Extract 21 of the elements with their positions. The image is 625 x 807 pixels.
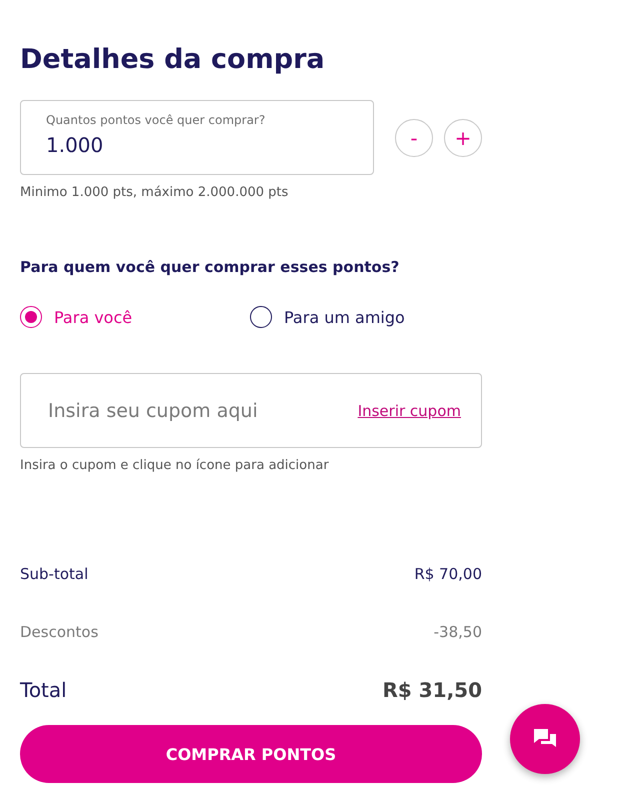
radio-label[interactable]: Para você [54,308,132,326]
chat-button[interactable] [510,704,580,774]
page-title: Detalhes da compra [20,43,326,77]
points-hint: Minimo 1.000 pts, máximo 2.000.000 pts [20,185,290,200]
buy-points-button[interactable]: COMPRAR PONTOS [20,725,482,783]
coupon-field[interactable]: Insira seu cupom aqui Inserir cupom [20,373,482,448]
decrement-button[interactable]: - [395,118,433,156]
summary-value: -38,50 [434,623,482,641]
radio-button[interactable] [20,306,42,328]
summary-label: Sub-total [20,565,88,583]
coupon-hint: Insira o cupom e clique no ícone para adicionar [20,458,330,473]
points-input-field[interactable]: Quantos pontos você quer comprar? 1.000 [20,100,374,175]
recipient-question: Para quem você quer comprar esses pontos? [20,258,400,276]
summary-value: R$ 31,50 [382,678,482,702]
radio-button[interactable] [250,306,272,328]
summary-value: R$ 70,00 [414,565,482,583]
radio-label[interactable]: Para um amigo [284,308,405,326]
insert-coupon-link[interactable]: Inserir cupom [358,402,461,420]
increment-button[interactable]: + [444,118,482,156]
summary-label: Descontos [20,623,98,641]
summary-label: Total [20,678,67,702]
